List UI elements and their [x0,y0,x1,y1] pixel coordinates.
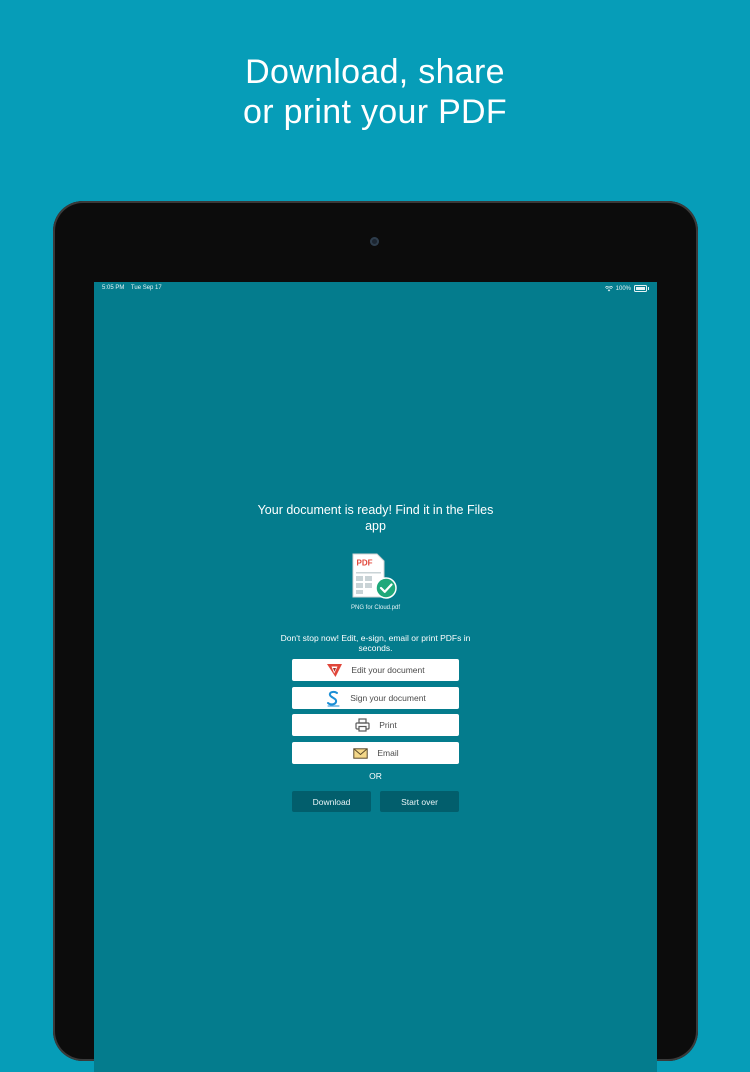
headline-line-2: or print your PDF [243,93,507,131]
edit-document-button[interactable]: Edit your document [292,659,459,681]
battery-icon [634,285,649,292]
sign-app-icon [325,690,342,707]
pdf-document-icon: PDF [352,553,397,599]
edit-app-icon [326,662,343,679]
envelope-icon [352,745,369,762]
pdf-badge-label: PDF [357,559,373,568]
sign-document-label: Sign your document [350,693,426,703]
print-button[interactable]: Print [292,714,459,736]
battery-percent: 100% [615,285,631,292]
print-label: Print [379,720,397,730]
file-name: PNG for Cloud.pdf [350,605,401,611]
email-label: Email [377,748,399,758]
headline-line-1: Download, share [245,53,505,91]
or-separator: OR [369,771,382,781]
app-screen: 5:05 PM Tue Sep 17 100% Your document is… [94,282,657,1072]
email-button[interactable]: Email [292,742,459,764]
status-time: 5:05 PM [102,285,125,291]
download-button[interactable]: Download [292,791,371,812]
printer-icon [354,717,371,734]
edit-document-label: Edit your document [351,665,425,675]
promo-text: Don't stop now! Edit, e-sign, email or p… [280,633,471,653]
status-bar: 5:05 PM Tue Sep 17 100% [94,282,657,296]
status-date: Tue Sep 17 [130,285,162,291]
ipad-frame: 5:05 PM Tue Sep 17 100% Your document is… [53,201,698,1072]
ready-message: Your document is ready! Find it in the F… [257,503,494,533]
start-over-button[interactable]: Start over [380,791,459,812]
sign-document-button[interactable]: Sign your document [292,687,459,709]
headline: Download, share or print your PDF [0,52,750,132]
camera-icon [370,237,379,246]
wifi-icon [604,285,613,291]
